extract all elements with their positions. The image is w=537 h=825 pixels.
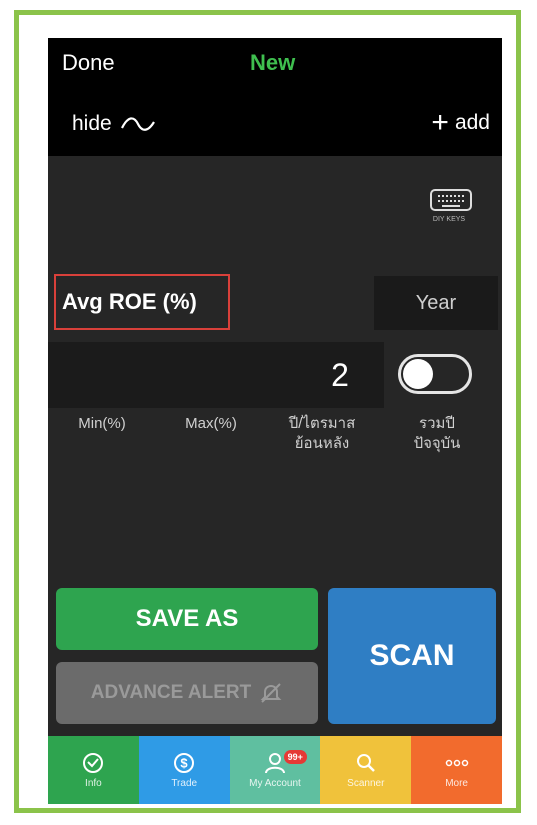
- tab-info[interactable]: Info: [48, 736, 139, 804]
- tab-scanner[interactable]: Scanner: [320, 736, 412, 804]
- min-label-text: Min(%): [78, 415, 126, 432]
- tab-my-account-label: My Account: [249, 777, 301, 789]
- years-back-input[interactable]: 2: [310, 344, 370, 406]
- hide-label: hide: [72, 112, 112, 135]
- tab-trade[interactable]: $ Trade: [138, 736, 230, 804]
- svg-text:$: $: [181, 755, 189, 770]
- info-icon: [83, 752, 104, 773]
- plus-icon: +: [431, 106, 449, 139]
- tab-more[interactable]: More: [411, 736, 502, 804]
- top-bar: Done New hide + add: [48, 38, 502, 156]
- tab-more-label: More: [445, 777, 468, 789]
- criteria-title: Avg ROE (%): [54, 274, 230, 330]
- scan-button[interactable]: SCAN: [328, 588, 496, 724]
- advance-alert-button[interactable]: ADVANCE ALERT: [56, 662, 318, 724]
- max-label: Max(%): [166, 414, 256, 434]
- min-label: Min(%): [62, 414, 142, 434]
- dollar-icon: $: [174, 752, 195, 773]
- add-button[interactable]: + add: [431, 108, 490, 138]
- bottom-tab-bar: Info $ Trade 99+ My Account Scanner More: [48, 736, 502, 804]
- add-label: add: [454, 111, 490, 134]
- tab-my-account[interactable]: 99+ My Account: [229, 736, 321, 804]
- years-back-label-line1: ปี/ไตรมาส: [288, 415, 356, 432]
- years-back-label-line2: ย้อนหลัง: [294, 435, 350, 452]
- keyboard-label: DIY KEYS: [432, 216, 466, 223]
- include-current-toggle[interactable]: [398, 354, 472, 394]
- toggle-knob: [403, 359, 433, 389]
- new-button[interactable]: New: [250, 50, 295, 76]
- done-button[interactable]: Done: [62, 50, 115, 76]
- max-label-text: Max(%): [185, 415, 237, 432]
- save-as-button[interactable]: SAVE AS: [56, 588, 318, 650]
- wave-icon: [120, 117, 155, 131]
- search-icon: [356, 753, 375, 772]
- years-back-label: ปี/ไตรมาส ย้อนหลัง: [272, 414, 372, 454]
- advance-alert-label: ADVANCE ALERT: [90, 682, 252, 703]
- include-current-label: รวมปี ปัจจุบัน: [394, 414, 480, 454]
- max-input[interactable]: [160, 342, 270, 408]
- include-current-label-line2: ปัจจุบัน: [413, 435, 461, 452]
- include-current-label-line1: รวมปี: [419, 415, 455, 432]
- tab-trade-label: Trade: [171, 777, 198, 789]
- min-input[interactable]: [48, 342, 158, 408]
- phone-screen: Done New hide + add DIY KEYS Avg ROE (%)…: [48, 38, 502, 804]
- notification-badge: 99+: [283, 750, 307, 764]
- keyboard-icon[interactable]: [430, 188, 472, 212]
- tab-scanner-label: Scanner: [347, 777, 385, 789]
- more-icon: [445, 759, 468, 766]
- year-button[interactable]: Year: [374, 276, 498, 330]
- hide-button[interactable]: hide: [72, 112, 156, 136]
- bell-off-icon: [260, 683, 282, 703]
- tab-info-label: Info: [85, 777, 102, 789]
